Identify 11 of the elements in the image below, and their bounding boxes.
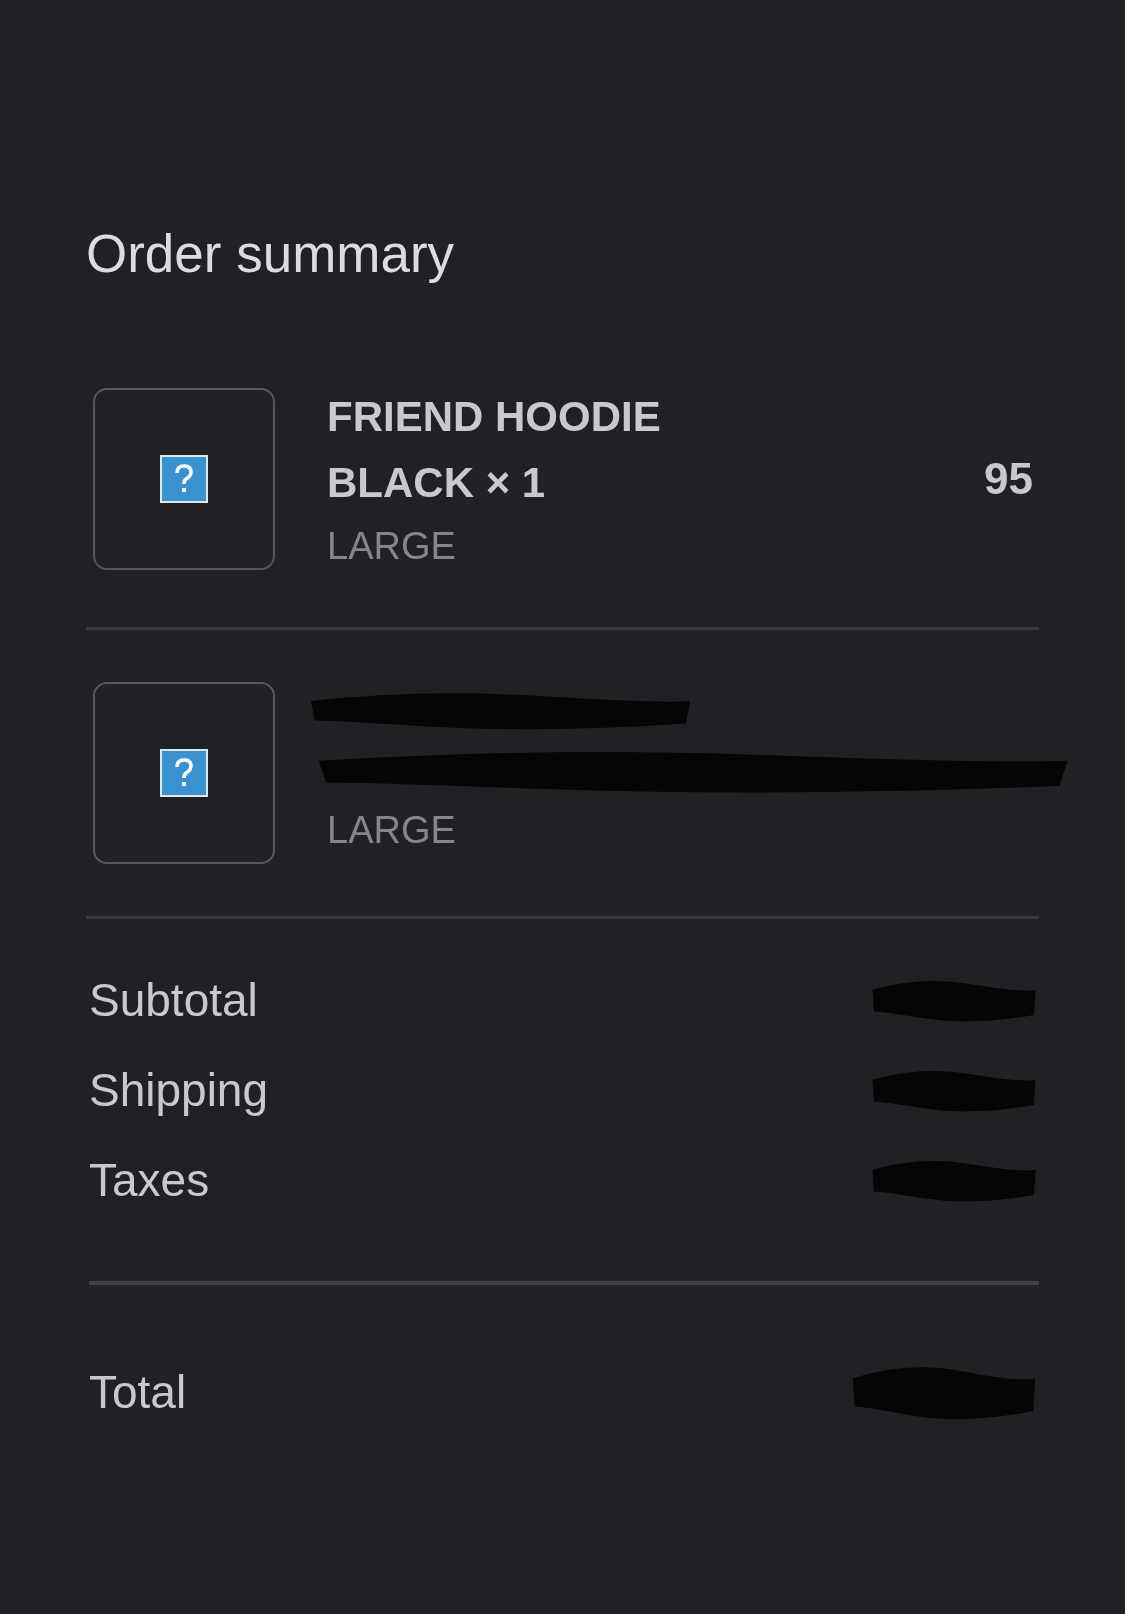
product-variant: LARGE (327, 523, 457, 569)
product-price: 95 (984, 453, 1033, 505)
summary-label: Subtotal (89, 973, 258, 1028)
product-variant: LARGE (327, 808, 457, 853)
image-placeholder-icon (160, 748, 208, 797)
product-name: FRIEND HOODIE BLACK × 1 (327, 391, 662, 508)
summary-label: Taxes (89, 1153, 210, 1208)
summary-label: Shipping (89, 1063, 269, 1118)
order-summary-title: Order summary (86, 223, 456, 285)
image-placeholder-icon (160, 455, 208, 503)
total-label: Total (89, 1365, 187, 1420)
